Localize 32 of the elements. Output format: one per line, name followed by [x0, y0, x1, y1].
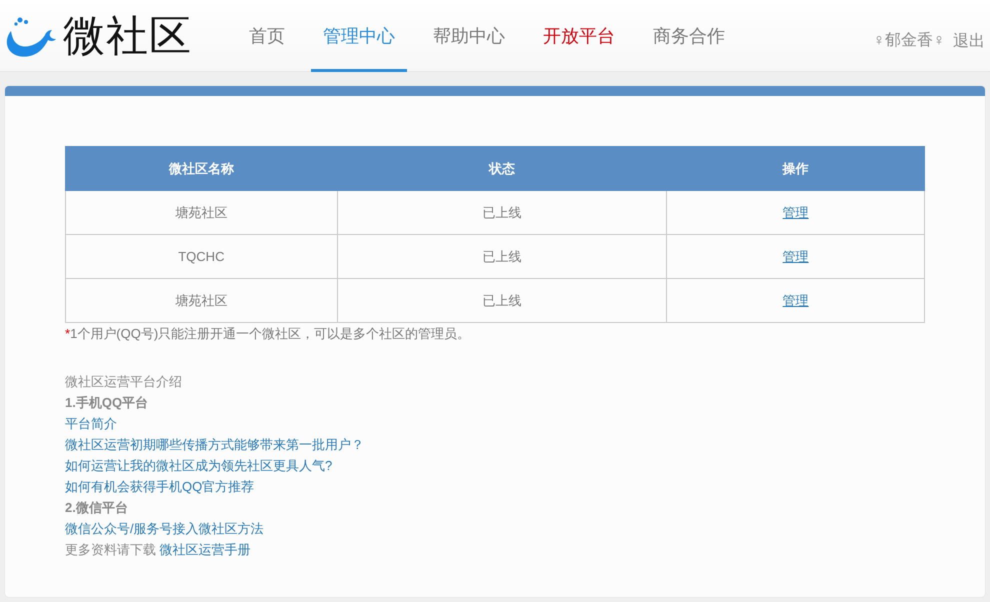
table-cell: 已上线: [337, 190, 667, 234]
table-cell: 塘苑社区: [66, 190, 338, 234]
section-title: 微社区运营平台介绍: [65, 373, 183, 391]
article-link[interactable]: 微信公众号/服务号接入微社区方法: [65, 521, 264, 536]
registration-note: *1个用户(QQ号)只能注册开通一个微社区，可以是多个社区的管理员。: [65, 325, 472, 343]
section-heading: 1.手机QQ平台: [65, 394, 150, 412]
logout-link[interactable]: 退出: [953, 30, 985, 52]
nav-tab[interactable]: 管理中心: [311, 0, 407, 72]
nav-tab[interactable]: 帮助中心: [421, 0, 517, 72]
column-header: 微社区名称: [66, 146, 338, 190]
table-cell: 已上线: [337, 234, 667, 278]
manage-link[interactable]: 管理: [782, 248, 809, 264]
table-cell: 塘苑社区: [66, 278, 338, 322]
article-link[interactable]: 平台简介: [65, 416, 117, 431]
manage-link[interactable]: 管理: [782, 204, 809, 220]
column-header: 状态: [337, 146, 667, 190]
article-link[interactable]: 如何有机会获得手机QQ官方推荐: [65, 479, 254, 494]
user-name: ♀郁金香♀: [873, 30, 945, 51]
nav-tab[interactable]: 商务合作: [641, 0, 737, 72]
logo-text: 微社区: [63, 10, 192, 60]
nav-tab[interactable]: 开放平台: [531, 0, 627, 72]
table-cell: TQCHC: [66, 234, 338, 278]
download-text: 更多资料请下载: [65, 542, 156, 557]
article-link[interactable]: 如何运营让我的微社区成为领先社区更具人气?: [65, 458, 332, 473]
manual-link[interactable]: 微社区运营手册: [160, 542, 251, 557]
manage-link[interactable]: 管理: [782, 292, 809, 308]
section-heading: 2.微信平台: [65, 499, 129, 517]
nav-tab[interactable]: 首页: [237, 0, 297, 72]
article-link[interactable]: 微社区运营初期哪些传播方式能够带来第一批用户？: [65, 437, 364, 452]
whale-logo-icon: [5, 16, 57, 58]
table-cell: 已上线: [337, 278, 667, 322]
column-header: 操作: [666, 146, 924, 190]
